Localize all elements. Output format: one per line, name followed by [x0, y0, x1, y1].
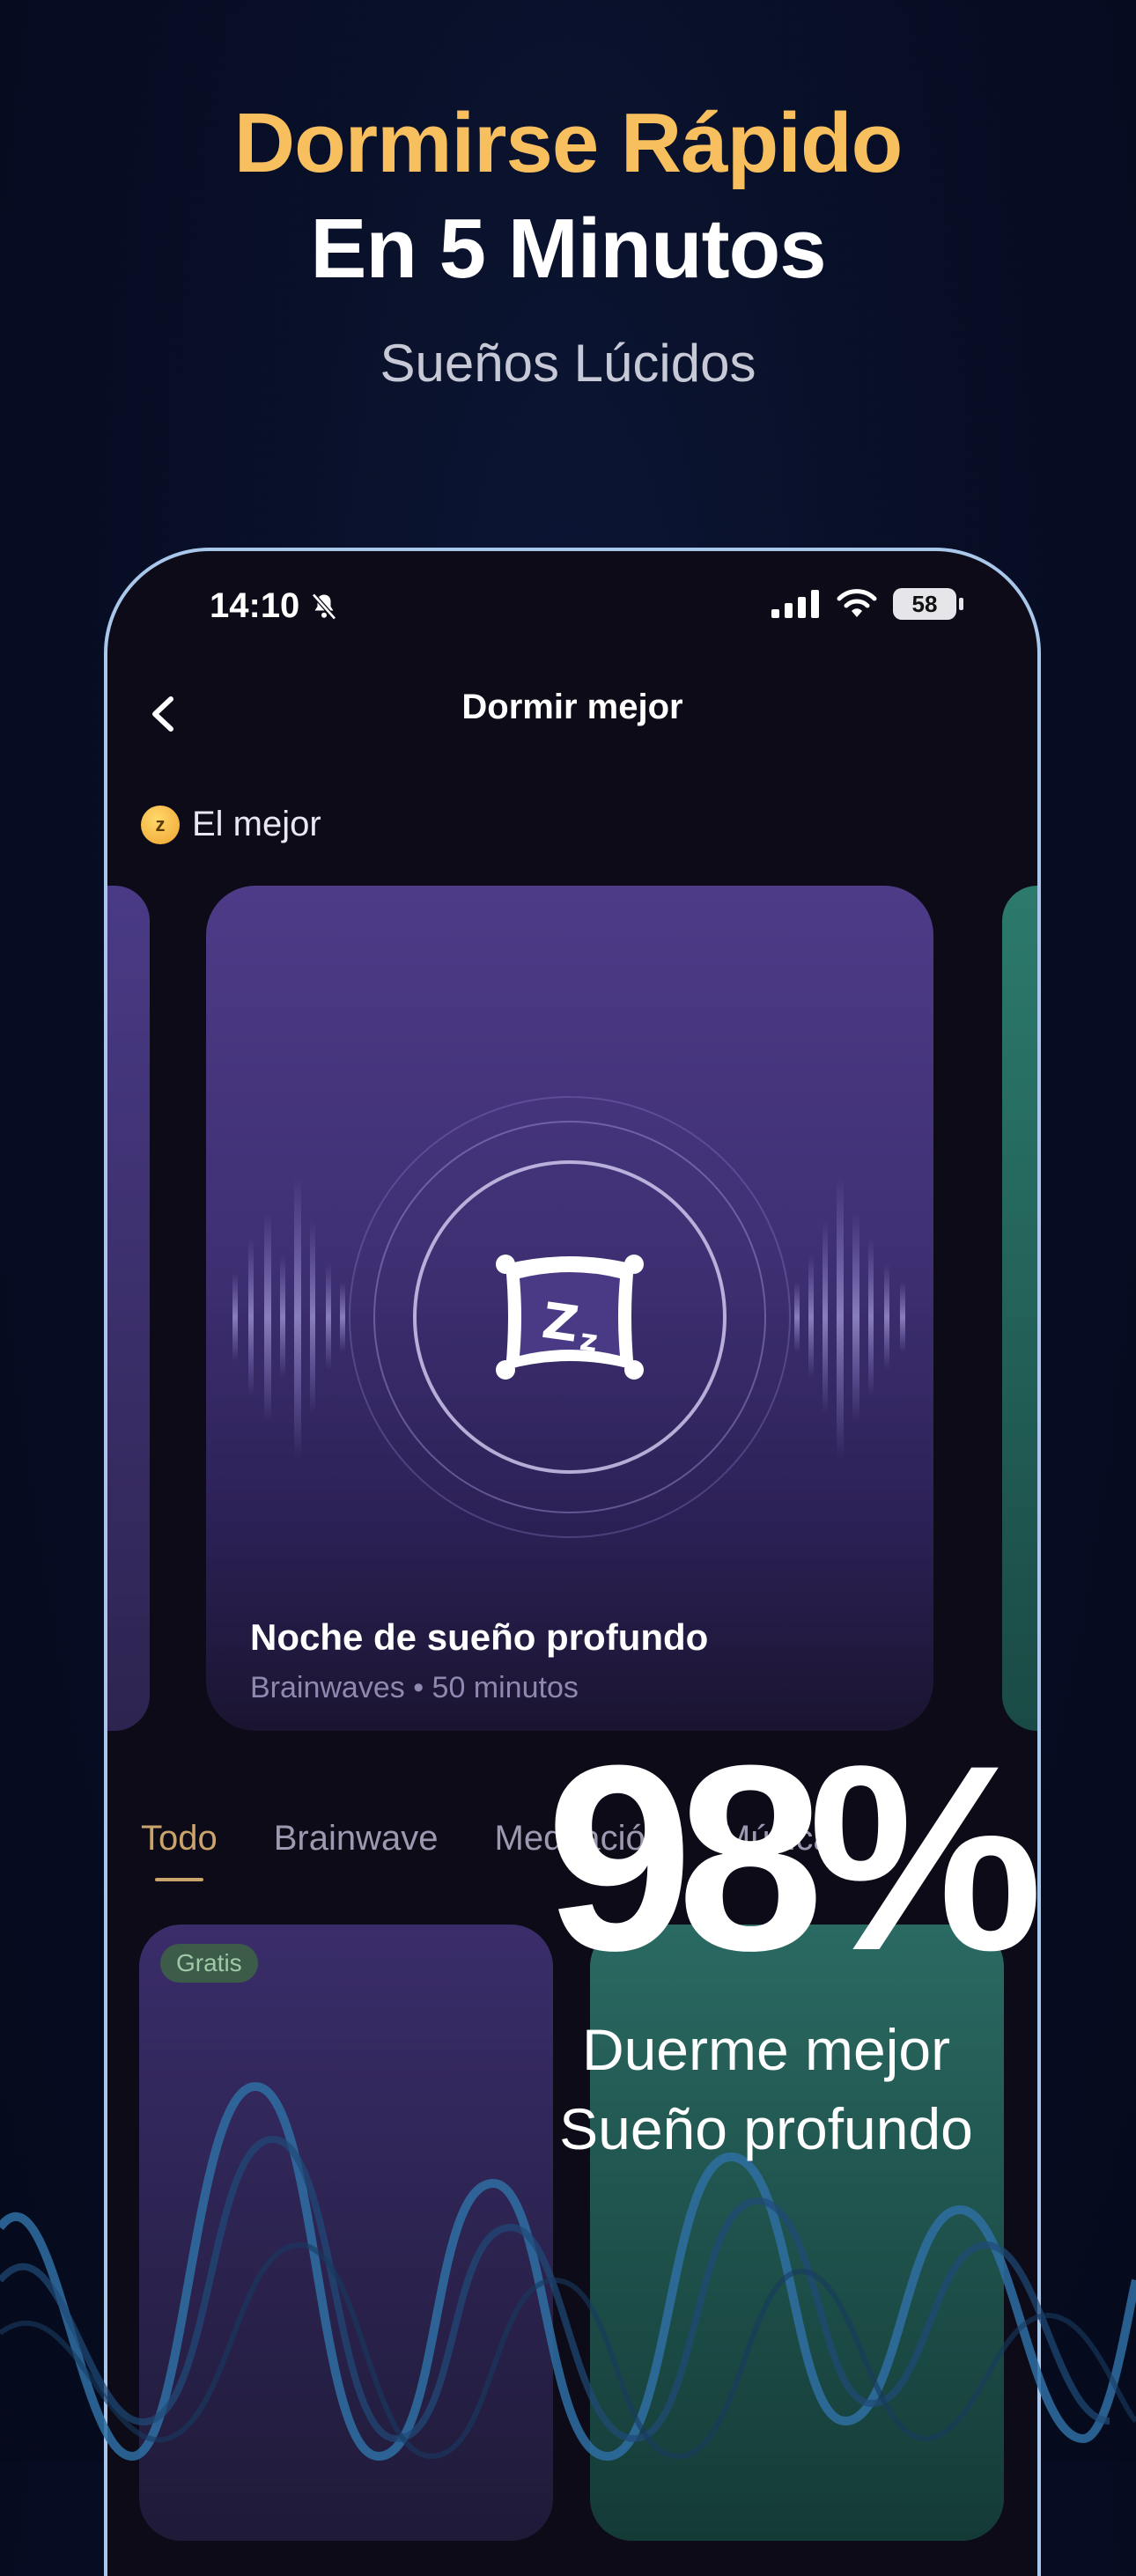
tab-brainwave[interactable]: Brainwave — [274, 1819, 439, 1858]
promo-stat: 98% — [546, 1710, 1043, 2006]
wifi-icon — [837, 589, 877, 617]
status-time: 14:10 — [210, 586, 340, 626]
headline-line1: Dormirse Rápido — [233, 96, 903, 190]
featured-card-title: Noche de sueño profundo — [250, 1616, 709, 1658]
section-header: z El mejor — [141, 805, 321, 844]
silent-bell-icon — [312, 592, 337, 620]
headline-line2: En 5 Minutos — [310, 202, 826, 296]
promo-caption-line1: Duerme mejor — [581, 2017, 951, 2082]
carousel-card-prev[interactable] — [107, 886, 150, 1731]
sound-waves-graphic: Z z — [232, 1096, 905, 1538]
free-badge: Gratis — [160, 1944, 258, 1983]
carousel-card-next[interactable] — [1002, 886, 1037, 1731]
battery-indicator: 58 — [893, 588, 963, 620]
promo-caption-line2: Sueño profundo — [559, 2096, 973, 2161]
tab-todo[interactable]: Todo — [141, 1819, 218, 1881]
status-time-text: 14:10 — [210, 586, 300, 625]
pillow-icon: Z z — [496, 1255, 644, 1380]
signal-icon — [771, 590, 819, 618]
featured-card-subtitle: Brainwaves • 50 minutos — [250, 1671, 579, 1704]
sleeping-face-icon: z — [141, 805, 180, 844]
featured-card[interactable]: Z z Noche de sueño profundo Brainwaves •… — [206, 886, 933, 1731]
section-label-text: El mejor — [192, 805, 321, 843]
nav-title: Dormir mejor — [461, 688, 683, 726]
headline-subtitle: Sueños Lúcidos — [380, 334, 756, 393]
status-icons: 58 — [771, 588, 963, 620]
